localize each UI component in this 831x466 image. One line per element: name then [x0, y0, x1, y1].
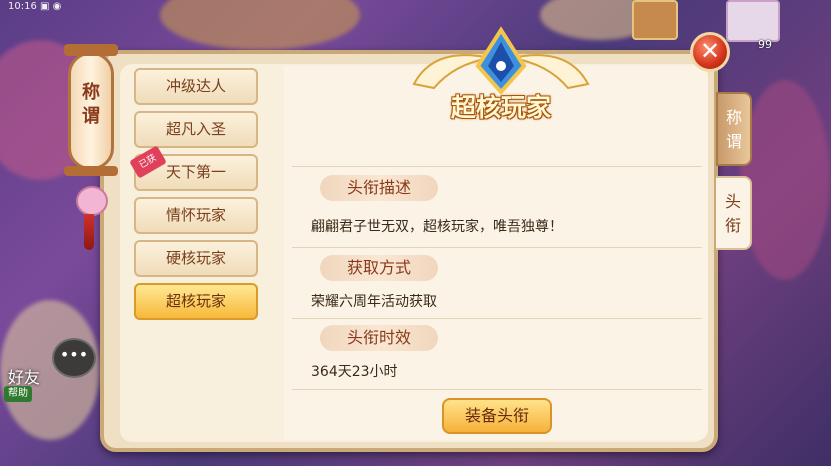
title-list-item-label: 硬核玩家 [165, 249, 226, 267]
player-avatar[interactable] [632, 0, 678, 40]
title-list-item[interactable]: 超凡入圣 [134, 111, 258, 148]
title-list-item[interactable]: 天下第一 已获 [129, 145, 258, 191]
tab-title[interactable]: 头 衔 [716, 176, 752, 250]
title-list-item-label: 天下第一 [165, 163, 226, 181]
close-icon: ✕ [699, 37, 721, 65]
obtained-badge: 已获 [129, 145, 167, 179]
title-list-item[interactable]: 情怀玩家 [134, 197, 258, 234]
title-list-item[interactable]: 超核玩家 [134, 283, 258, 320]
title-list-item[interactable]: 硬核玩家 [134, 240, 258, 277]
tab-title-label: 头 衔 [724, 192, 741, 235]
background-decoration [740, 80, 830, 280]
description-header: 头衔描述 [320, 175, 438, 201]
description-text: 翩翩君子世无双，超核玩家，唯吾独尊！ [311, 219, 563, 235]
title-list-item-label: 超凡入圣 [165, 120, 226, 138]
tassel-icon [84, 214, 94, 250]
tab-appellation[interactable]: 称 谓 [716, 92, 752, 166]
title-list-item-label: 情怀玩家 [165, 206, 226, 224]
winged-crest-icon [412, 26, 590, 96]
divider [292, 389, 702, 390]
duration-header: 头衔时效 [320, 325, 438, 351]
title-list-item[interactable]: 冲级达人 [134, 68, 258, 105]
background-decoration [160, 0, 360, 50]
pig-charm-icon [76, 186, 108, 216]
pet-avatar[interactable] [726, 0, 780, 42]
title-emblem: 超核玩家 [394, 26, 608, 132]
tab-appellation-label: 称 谓 [725, 108, 742, 151]
chat-icon[interactable]: ••• [52, 338, 96, 378]
lantern-cap [64, 44, 118, 56]
status-bar: 10:16 ▣ ◉ [8, 1, 62, 12]
title-list: 冲级达人超凡入圣天下第一 已获情怀玩家硬核玩家超核玩家 [129, 68, 258, 326]
lantern-cap [64, 166, 118, 176]
player-level: 99 [758, 38, 772, 51]
title-list-item-label: 冲级达人 [165, 77, 226, 95]
duration-text: 364天23小时 [311, 364, 398, 380]
lantern-label: 称 谓 [82, 82, 100, 127]
title-list-item-label: 超核玩家 [165, 292, 226, 310]
friend-label[interactable]: 好友 [8, 364, 40, 388]
equip-title-button[interactable]: 装备头衔 [442, 398, 552, 434]
method-text: 荣耀六周年活动获取 [311, 294, 437, 310]
help-tag[interactable]: 帮助 [4, 386, 32, 402]
lantern: 称 谓 [68, 52, 114, 170]
emblem-title: 超核玩家 [450, 93, 551, 122]
divider [292, 166, 702, 167]
divider [292, 318, 702, 319]
divider [292, 247, 702, 248]
method-header: 获取方式 [320, 255, 438, 281]
close-button[interactable]: ✕ [690, 32, 730, 72]
